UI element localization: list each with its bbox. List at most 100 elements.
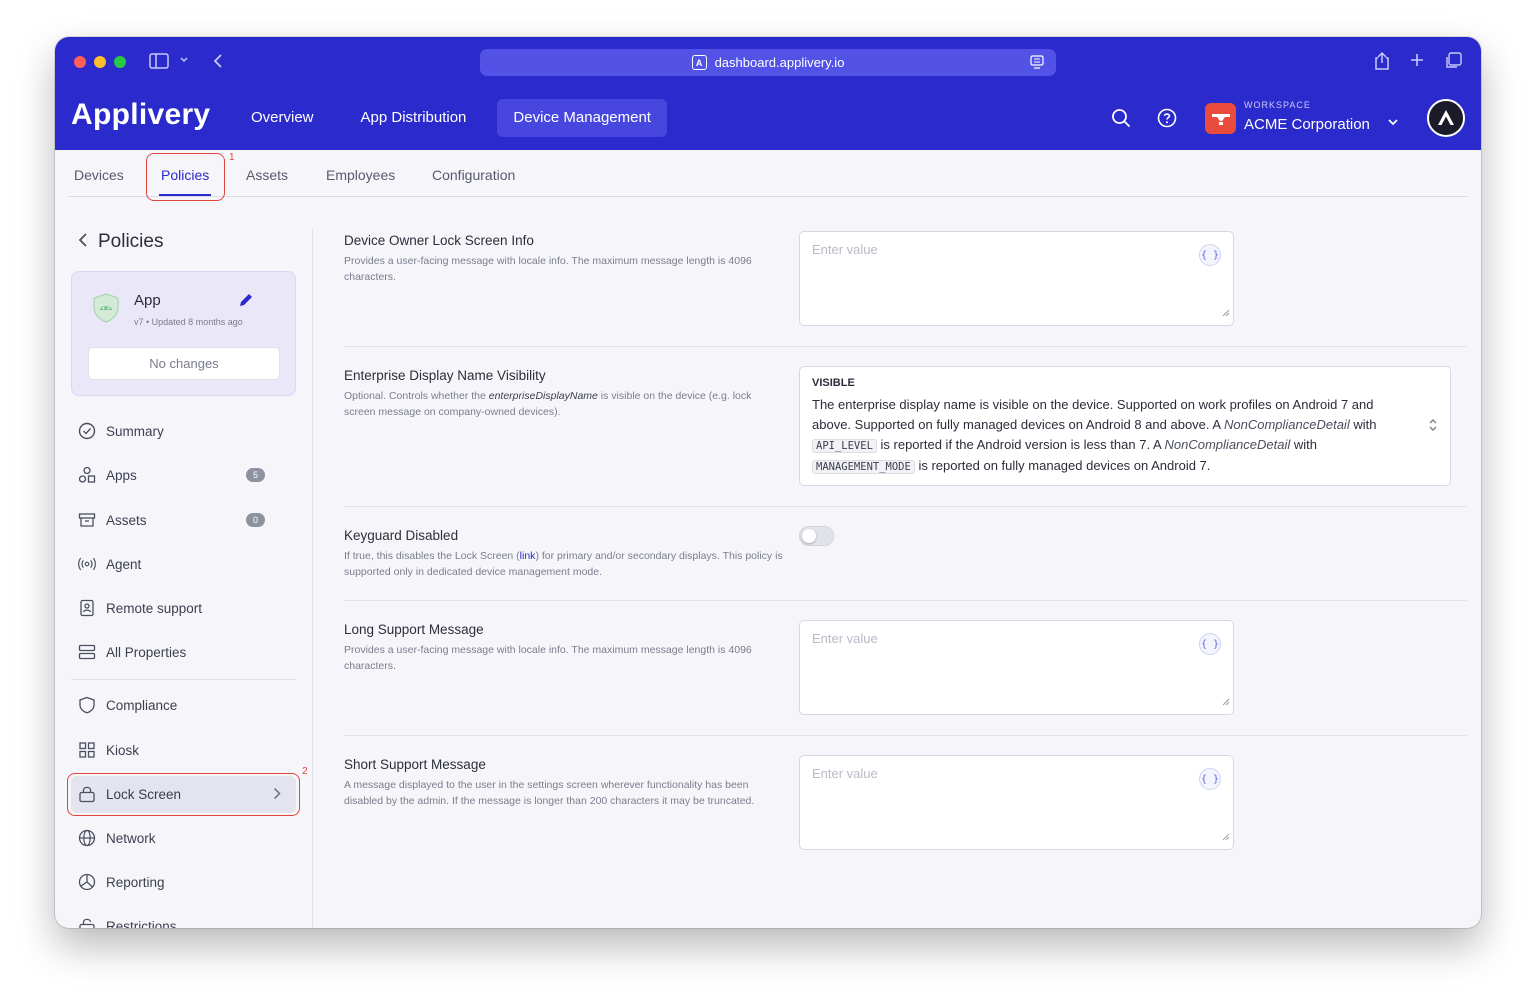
shield-icon xyxy=(78,696,96,714)
list-icon xyxy=(78,643,96,661)
tabs-overview-icon[interactable] xyxy=(1444,52,1462,70)
annotation-number-2: 2 xyxy=(302,766,308,777)
broadcast-icon xyxy=(78,555,96,573)
resize-grip-icon[interactable] xyxy=(1222,828,1230,846)
url-text: dashboard.applivery.io xyxy=(714,55,845,70)
sidebar-item-reporting[interactable]: Reporting xyxy=(78,870,278,894)
tab-devices[interactable]: Devices xyxy=(74,167,124,183)
grid-icon xyxy=(78,741,96,759)
property-title: Enterprise Display Name Visibility xyxy=(344,368,546,383)
property-title: Long Support Message xyxy=(344,622,484,637)
sidebar-item-label: Agent xyxy=(106,556,142,572)
share-icon[interactable] xyxy=(1373,51,1391,71)
sidebar-item-label: Compliance xyxy=(106,697,178,713)
sidebar-item-kiosk[interactable]: Kiosk xyxy=(78,738,278,762)
input-placeholder: Enter value xyxy=(812,242,878,257)
sidebar-item-agent[interactable]: Agent xyxy=(78,552,278,576)
chevron-down-icon[interactable] xyxy=(1387,114,1399,132)
variables-brace-icon[interactable]: { } xyxy=(1199,768,1221,790)
workspace-name[interactable]: ACME Corporation xyxy=(1244,116,1370,133)
resize-grip-icon[interactable] xyxy=(1222,304,1230,322)
site-favicon-icon: A xyxy=(691,55,707,70)
long-support-message: Long Support Message Provides a user-fac… xyxy=(344,622,784,674)
sub-nav-divider xyxy=(69,196,1467,197)
android-shield-icon xyxy=(91,292,121,329)
no-changes-button[interactable]: No changes xyxy=(88,347,280,380)
chevron-left-icon xyxy=(78,231,88,253)
input-placeholder: Enter value xyxy=(812,766,878,781)
help-icon[interactable] xyxy=(1157,108,1177,133)
device-owner-lock-screen-input[interactable]: Enter value { } xyxy=(799,231,1234,326)
workspace-logo-icon[interactable] xyxy=(1205,103,1236,134)
close-window-button[interactable] xyxy=(74,56,86,68)
policies-back-link[interactable]: Policies xyxy=(78,231,163,253)
main-nav: Overview App Distribution Device Managem… xyxy=(235,99,682,137)
tab-employees[interactable]: Employees xyxy=(326,167,395,183)
new-tab-icon[interactable] xyxy=(1409,52,1425,68)
maximize-window-button[interactable] xyxy=(114,56,126,68)
sidebar-item-restrictions[interactable]: Restrictions xyxy=(78,914,278,928)
sidebar-item-label: Assets xyxy=(106,512,147,528)
select-updown-icon xyxy=(1428,417,1438,438)
sidebar-item-label: Apps xyxy=(106,467,137,483)
annotation-number-1: 1 xyxy=(229,152,235,163)
address-bar[interactable]: A dashboard.applivery.io xyxy=(480,49,1056,76)
enterprise-display-name-visibility: Enterprise Display Name Visibility Optio… xyxy=(344,368,784,420)
nav-overview[interactable]: Overview xyxy=(235,99,330,137)
chevron-down-icon[interactable] xyxy=(179,55,189,65)
sidebar-item-apps[interactable]: Apps 5 xyxy=(78,463,278,487)
sidebar-item-remote-support[interactable]: Remote support xyxy=(78,596,278,620)
reader-icon[interactable] xyxy=(1030,55,1044,72)
edit-pencil-icon[interactable] xyxy=(238,292,254,313)
property-title: Device Owner Lock Screen Info xyxy=(344,233,534,248)
property-title: Keyguard Disabled xyxy=(344,528,459,543)
lock-screen-highlight xyxy=(67,773,300,816)
policy-meta: v7 • Updated 8 months ago xyxy=(134,317,243,327)
nav-device-management[interactable]: Device Management xyxy=(497,99,667,137)
property-description: A message displayed to the user in the s… xyxy=(344,779,755,807)
policy-name: App xyxy=(134,292,161,309)
sidebar-item-assets[interactable]: Assets 0 xyxy=(78,508,278,532)
long-support-message-input[interactable]: Enter value { } xyxy=(799,620,1234,715)
user-avatar[interactable] xyxy=(1427,99,1465,137)
apps-count-badge: 5 xyxy=(246,468,265,482)
sidebar-title: Policies xyxy=(98,231,164,252)
enterprise-visibility-select[interactable]: VISIBLE The enterprise display name is v… xyxy=(799,366,1451,486)
workspace-label: WORKSPACE xyxy=(1244,100,1311,110)
tab-configuration[interactable]: Configuration xyxy=(432,167,515,183)
lock-screen-doc-link[interactable]: link xyxy=(520,550,536,562)
keyguard-disabled: Keyguard Disabled If true, this disables… xyxy=(344,528,784,580)
policy-app-card: App v7 • Updated 8 months ago No changes xyxy=(71,271,296,396)
sidebar-item-label: Remote support xyxy=(106,600,203,616)
sidebar-divider xyxy=(312,229,313,928)
nav-app-distribution[interactable]: App Distribution xyxy=(345,99,483,137)
variables-brace-icon[interactable]: { } xyxy=(1199,633,1221,655)
keyguard-disabled-toggle[interactable] xyxy=(799,526,834,546)
sidebar-toggle-icon[interactable] xyxy=(149,53,169,69)
sidebar-item-compliance[interactable]: Compliance xyxy=(78,693,278,717)
input-placeholder: Enter value xyxy=(812,631,878,646)
resize-grip-icon[interactable] xyxy=(1222,693,1230,711)
sidebar-item-label: All Properties xyxy=(106,644,187,660)
property-description: Optional. Controls whether the enterpris… xyxy=(344,390,752,418)
short-support-message: Short Support Message A message displaye… xyxy=(344,757,784,809)
short-support-message-input[interactable]: Enter value { } xyxy=(799,755,1234,850)
row-separator xyxy=(344,346,1467,347)
minimize-window-button[interactable] xyxy=(94,56,106,68)
variables-brace-icon[interactable]: { } xyxy=(1199,244,1221,266)
policies-tab-highlight xyxy=(146,153,225,201)
browser-window: A dashboard.applivery.io Applivery Overv… xyxy=(55,37,1481,928)
window-controls xyxy=(74,56,126,68)
sidebar-separator xyxy=(71,679,296,680)
back-icon[interactable] xyxy=(212,53,224,69)
sidebar-item-summary[interactable]: Summary xyxy=(78,419,278,443)
row-separator xyxy=(344,506,1467,507)
sidebar-item-network[interactable]: Network xyxy=(78,826,278,850)
device-owner-lock-screen-info: Device Owner Lock Screen Info Provides a… xyxy=(344,233,784,285)
top-bar: A dashboard.applivery.io Applivery Overv… xyxy=(55,37,1481,150)
assets-icon xyxy=(78,511,96,529)
sidebar-item-all-properties[interactable]: All Properties xyxy=(78,640,278,664)
search-icon[interactable] xyxy=(1111,108,1131,133)
applivery-logo[interactable]: Applivery xyxy=(71,98,210,132)
tab-assets[interactable]: Assets xyxy=(246,167,288,183)
